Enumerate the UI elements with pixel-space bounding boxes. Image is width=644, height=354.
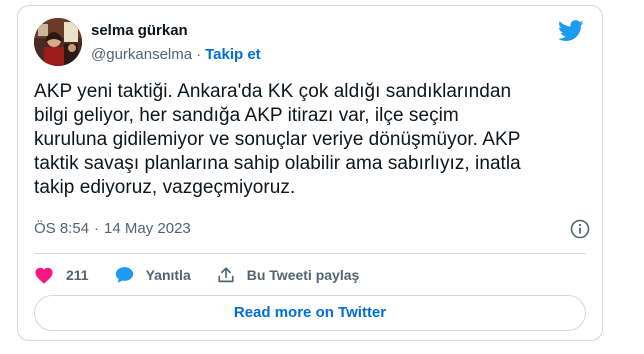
like-count: 211 xyxy=(66,267,89,283)
author-display-name[interactable]: selma gürkan xyxy=(91,21,261,41)
info-icon[interactable] xyxy=(570,219,590,239)
tweet-date[interactable]: 14 May 2023 xyxy=(104,220,191,237)
timestamp-separator: · xyxy=(94,220,100,237)
tweet-text-line: taktik savaşı planlarına sahip olabilir … xyxy=(34,153,521,174)
tweet-text-line: kuruluna gidilemiyor ve sonuçlar veriye … xyxy=(34,129,521,150)
tweet-text: AKP yeni taktiği. Ankara'da KK çok aldığ… xyxy=(34,80,590,200)
tweet-timestamp-row: ÖS 8:54 · 14 May 2023 xyxy=(34,219,590,239)
avatar-photo xyxy=(34,18,82,66)
tweet-embed-card: selma gürkan @gurkanselma · Takip et AKP y… xyxy=(17,5,603,341)
share-button[interactable]: Bu Tweeti paylaş xyxy=(217,266,360,284)
tweet-time[interactable]: ÖS 8:54 xyxy=(34,220,89,237)
read-more-button[interactable]: Read more on Twitter xyxy=(34,295,586,331)
reply-button[interactable]: Yanıtla xyxy=(115,266,191,284)
tweet-text-line: takip ediyoruz, vazgeçmiyoruz. xyxy=(34,177,296,198)
share-label: Bu Tweeti paylaş xyxy=(246,267,360,283)
follow-button[interactable]: Takip et xyxy=(205,46,261,63)
share-upload-icon xyxy=(218,267,234,283)
like-button[interactable]: 211 xyxy=(34,266,89,284)
twitter-bird-icon[interactable] xyxy=(558,20,584,42)
heart-icon xyxy=(35,267,53,284)
actions-divider xyxy=(34,253,586,254)
tweet-text-line: AKP yeni taktiği. Ankara'da KK çok aldığ… xyxy=(34,81,512,102)
tweet-text-line: bilgi geliyor, her sandığa AKP itirazı v… xyxy=(34,105,459,126)
author-handle-row: @gurkanselma · Takip et xyxy=(91,45,261,65)
author-block: selma gürkan @gurkanselma · Takip et xyxy=(91,21,261,65)
tweet-actions-bar: 211 Yanıtla Bu Tweeti paylaş xyxy=(34,261,385,289)
author-handle[interactable]: @gurkanselma xyxy=(91,46,192,63)
author-avatar[interactable] xyxy=(34,18,82,66)
reply-label: Yanıtla xyxy=(145,267,191,283)
speech-bubble-icon xyxy=(115,267,133,283)
handle-separator: · xyxy=(196,46,202,63)
